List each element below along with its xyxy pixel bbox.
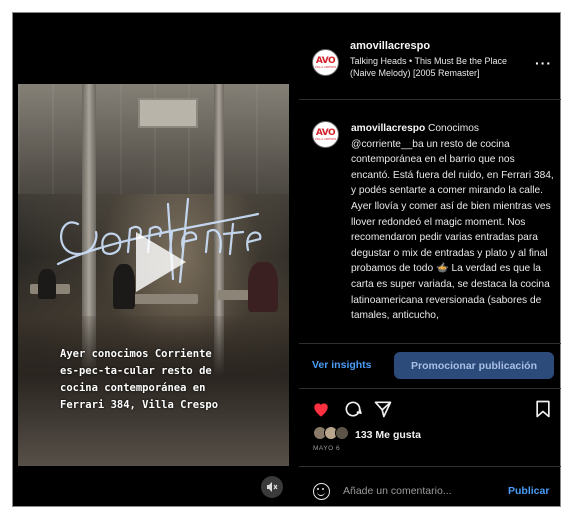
- view-insights-link[interactable]: Ver insights: [312, 359, 372, 371]
- caption-line: Ferrari 384, Villa Crespo: [60, 399, 219, 411]
- bookmark-icon[interactable]: [533, 399, 553, 419]
- caption-author[interactable]: amovillacrespo: [351, 123, 425, 134]
- avatar[interactable]: AVO VILLA CRESPO: [312, 121, 339, 148]
- caption-line: cocina contemporánea en: [60, 382, 206, 394]
- video-caption: Ayer conocimos Corriente es-pec-ta-cular…: [60, 346, 260, 414]
- publish-button[interactable]: Publicar: [508, 485, 549, 497]
- more-options-icon[interactable]: ···: [535, 55, 552, 71]
- caption-line: es-pec-ta-cular resto de: [60, 365, 212, 377]
- avatar[interactable]: AVO VILLA CRESPO: [312, 49, 339, 76]
- post-date: MAYO 6: [313, 445, 341, 452]
- divider: [299, 99, 561, 100]
- like-count[interactable]: 133 Me gusta: [355, 429, 421, 441]
- play-icon[interactable]: [136, 232, 186, 292]
- post-video[interactable]: Ayer conocimos Corriente es-pec-ta-cular…: [18, 84, 289, 466]
- comment-icon[interactable]: [343, 399, 363, 419]
- scene-vent: [138, 98, 198, 128]
- mute-icon[interactable]: [261, 476, 283, 498]
- caption-text: Conocimos @corriente__ba un resto de coc…: [351, 123, 554, 322]
- divider: [299, 388, 561, 389]
- scene-table: [128, 294, 198, 304]
- post-caption: amovillacrespo Conocimos @corriente__ba …: [351, 121, 554, 341]
- avatar-logo-subtext: VILLA CRESPO: [314, 64, 337, 69]
- promote-post-button[interactable]: Promocionar publicación: [394, 352, 554, 379]
- audio-track[interactable]: Talking Heads • This Must Be the Place (…: [350, 55, 520, 79]
- header-username[interactable]: amovillacrespo: [350, 40, 430, 52]
- caption-line: Ayer conocimos Corriente: [60, 348, 212, 360]
- comment-input[interactable]: [343, 485, 493, 497]
- divider: [299, 343, 561, 344]
- liker-avatar[interactable]: [335, 426, 349, 440]
- emoji-icon[interactable]: [313, 483, 330, 500]
- heart-icon[interactable]: [311, 399, 331, 419]
- divider: [299, 466, 561, 467]
- avatar-logo-subtext: VILLA CRESPO: [314, 136, 337, 141]
- share-icon[interactable]: [373, 399, 393, 419]
